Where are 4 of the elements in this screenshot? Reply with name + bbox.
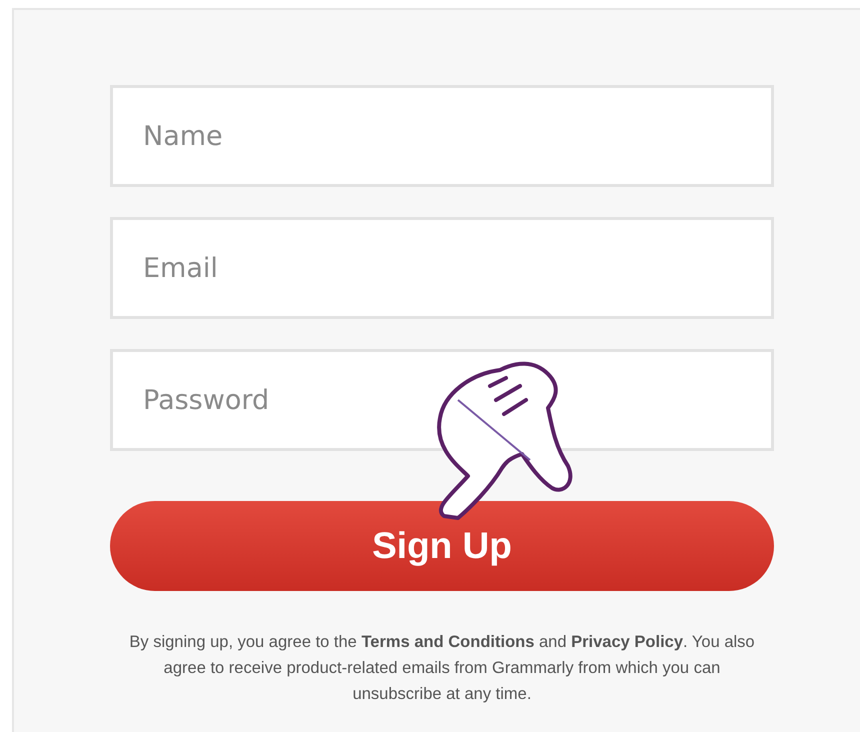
name-field[interactable]: Name [110,85,774,187]
sign-up-button[interactable]: Sign Up [110,501,774,591]
email-field[interactable]: Email [110,217,774,319]
legal-notice: By signing up, you agree to the Terms and Conditions and Privacy Policy. You also agree to receive product-related emails from Grammarly from which you can unsubscribe at any time. [128,632,756,705]
